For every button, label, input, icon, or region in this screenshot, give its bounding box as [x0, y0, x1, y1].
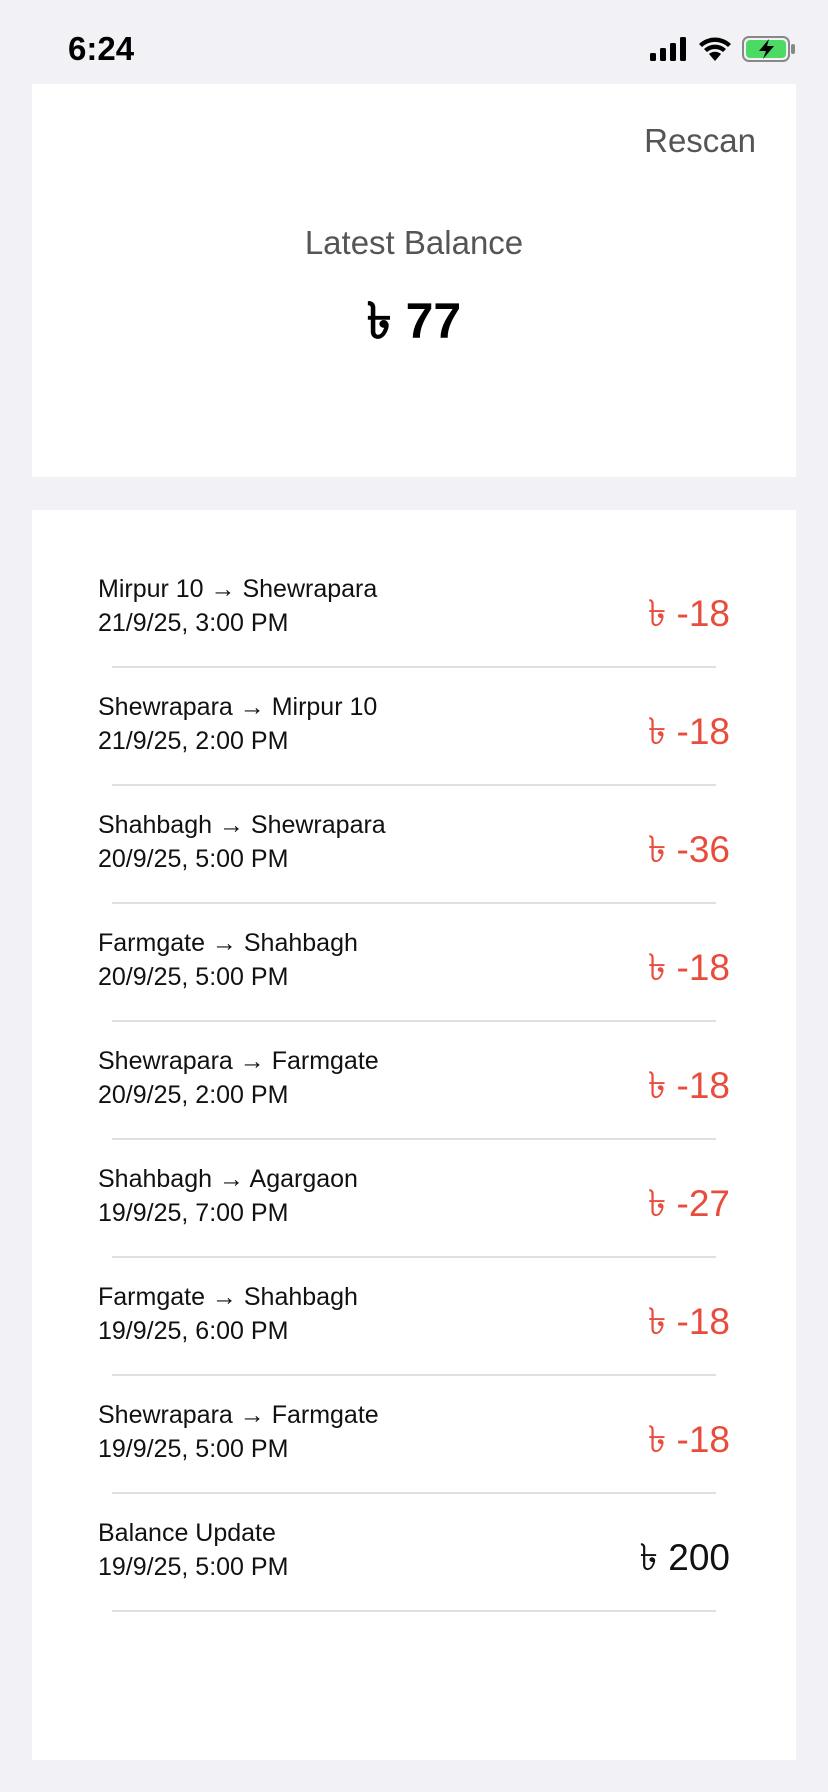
transaction-text: Balance Update 19/9/25, 5:00 PM	[98, 1516, 288, 1584]
wifi-icon	[699, 37, 731, 61]
transaction-date: 19/9/25, 6:00 PM	[98, 1317, 289, 1345]
transaction-amount: ৳ -18	[647, 1419, 730, 1460]
transaction-text: Shahbagh → Agargaon 19/9/25, 7:00 PM	[98, 1162, 358, 1230]
transaction-date: 21/9/25, 2:00 PM	[98, 727, 289, 755]
transaction-date: 19/9/25, 5:00 PM	[98, 1553, 289, 1581]
transaction-amount: ৳ -18	[647, 711, 730, 752]
transaction-text: Mirpur 10 → Shewrapara 21/9/25, 3:00 PM	[98, 572, 377, 640]
battery-charging-icon	[742, 36, 795, 62]
transaction-title: Farmgate → Shahbagh	[98, 1283, 358, 1311]
divider	[112, 1610, 716, 1612]
status-bar: 6:24	[0, 0, 828, 84]
transaction-date: 20/9/25, 5:00 PM	[98, 963, 289, 991]
transaction-date: 21/9/25, 3:00 PM	[98, 609, 289, 637]
transaction-amount: ৳ -18	[647, 593, 730, 634]
transaction-title: Shahbagh → Shewrapara	[98, 811, 386, 839]
transaction-text: Shahbagh → Shewrapara 20/9/25, 5:00 PM	[98, 808, 386, 876]
transaction-row[interactable]: Farmgate → Shahbagh 19/9/25, 6:00 PM ৳ -18	[32, 1258, 796, 1376]
transaction-title: Shewrapara → Mirpur 10	[98, 693, 378, 721]
transaction-text: Shewrapara → Mirpur 10 21/9/25, 2:00 PM	[98, 690, 377, 758]
transaction-title: Balance Update	[98, 1519, 276, 1547]
rescan-button[interactable]: Rescan	[644, 122, 756, 160]
transaction-amount: ৳ -18	[647, 947, 730, 988]
transaction-title: Shewrapara → Farmgate	[98, 1047, 379, 1075]
transaction-title: Shahbagh → Agargaon	[98, 1165, 358, 1193]
transaction-row[interactable]: Shahbagh → Shewrapara 20/9/25, 5:00 PM ৳ -…	[32, 786, 796, 904]
balance-card: Rescan Latest Balance ৳ 77	[32, 84, 796, 477]
status-icons	[650, 34, 796, 64]
transaction-amount: ৳ -18	[647, 1301, 730, 1342]
transaction-text: Farmgate → Shahbagh 19/9/25, 6:00 PM	[98, 1280, 358, 1348]
transaction-date: 19/9/25, 7:00 PM	[98, 1199, 289, 1227]
transaction-title: Farmgate → Shahbagh	[98, 929, 358, 957]
transaction-row[interactable]: Shewrapara → Farmgate 20/9/25, 2:00 PM ৳ -…	[32, 1022, 796, 1140]
transaction-amount: ৳ -36	[647, 829, 730, 870]
balance-amount: ৳ 77	[366, 293, 462, 349]
balance-label: Latest Balance	[304, 224, 524, 261]
transaction-row[interactable]: Shewrapara → Mirpur 10 21/9/25, 2:00 PM ৳ …	[32, 668, 796, 786]
transaction-text: Shewrapara → Farmgate 19/9/25, 5:00 PM	[98, 1398, 379, 1466]
transaction-text: Farmgate → Shahbagh 20/9/25, 5:00 PM	[98, 926, 358, 994]
transaction-list: Mirpur 10 → Shewrapara 21/9/25, 3:00 PM ৳ …	[32, 550, 796, 1612]
transaction-amount: ৳ -18	[647, 1065, 730, 1106]
transaction-card: Mirpur 10 → Shewrapara 21/9/25, 3:00 PM ৳ …	[32, 510, 796, 1760]
transaction-text: Shewrapara → Farmgate 20/9/25, 2:00 PM	[98, 1044, 379, 1112]
transaction-amount: ৳ -27	[647, 1183, 730, 1224]
transaction-date: 19/9/25, 5:00 PM	[98, 1435, 289, 1463]
transaction-title: Shewrapara → Farmgate	[98, 1401, 379, 1429]
transaction-row[interactable]: Mirpur 10 → Shewrapara 21/9/25, 3:00 PM ৳ …	[32, 550, 796, 668]
transaction-row[interactable]: Farmgate → Shahbagh 20/9/25, 5:00 PM ৳ -18	[32, 904, 796, 1022]
transaction-row[interactable]: Shewrapara → Farmgate 19/9/25, 5:00 PM ৳ -…	[32, 1376, 796, 1494]
transaction-date: 20/9/25, 5:00 PM	[98, 845, 289, 873]
transaction-date: 20/9/25, 2:00 PM	[98, 1081, 289, 1109]
signal-icon	[650, 37, 686, 61]
transaction-title: Mirpur 10 → Shewrapara	[98, 575, 378, 603]
transaction-row[interactable]: Balance Update 19/9/25, 5:00 PM ৳ 200	[32, 1494, 796, 1612]
transaction-amount: ৳ 200	[639, 1537, 730, 1578]
status-time: 6:24	[68, 30, 135, 67]
transaction-row[interactable]: Shahbagh → Agargaon 19/9/25, 7:00 PM ৳ -27	[32, 1140, 796, 1258]
